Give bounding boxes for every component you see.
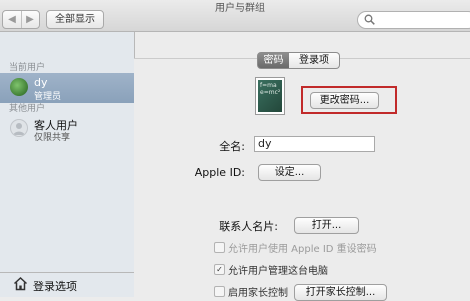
user-role: 仅限共享 xyxy=(34,133,71,143)
show-all-button[interactable]: 全部显示 xyxy=(46,10,104,29)
chalkboard-image: f=ma e=mc² xyxy=(258,80,282,112)
checkbox-label: 允许用户管理这台电脑 xyxy=(228,266,328,277)
checkbox-label: 允许用户使用 Apple ID 重设密码 xyxy=(228,244,377,255)
sidebar-item-login-options[interactable]: 登录选项 xyxy=(0,272,134,297)
back-button[interactable]: ◀ xyxy=(3,11,22,28)
other-users-header: 其他用户 xyxy=(9,104,46,114)
checkbox-label: 启用家长控制 xyxy=(228,288,288,299)
tab-password[interactable]: 密码 xyxy=(257,52,290,69)
checkbox-box xyxy=(214,286,225,297)
guest-avatar-icon xyxy=(10,119,28,137)
search-input[interactable] xyxy=(357,11,470,29)
chevron-left-icon: ◀ xyxy=(8,14,16,25)
window-title: 用户与群组 xyxy=(215,3,265,14)
nav-buttons: ◀ ▶ xyxy=(2,10,40,29)
current-users-header: 当前用户 xyxy=(9,63,46,73)
open-parental-controls-button[interactable]: 打开家长控制... xyxy=(294,284,387,301)
apple-id-label: Apple ID: xyxy=(194,166,245,179)
highlight-box xyxy=(301,86,397,114)
user-name: dy xyxy=(34,76,48,89)
apple-id-setup-button[interactable]: 设定... xyxy=(258,164,321,181)
sidebar-item-current-user[interactable]: dy 管理员 xyxy=(0,73,134,103)
user-picture[interactable]: f=ma e=mc² xyxy=(255,77,285,115)
avatar xyxy=(10,78,28,96)
forward-button[interactable]: ▶ xyxy=(21,11,39,28)
tab-login-items[interactable]: 登录项 xyxy=(289,52,340,69)
full-name-label: 全名: xyxy=(219,140,245,153)
sidebar-item-guest-user[interactable]: 客人用户 仅限共享 xyxy=(0,114,134,144)
checkmark-icon: ✓ xyxy=(214,264,225,275)
checkbox-box xyxy=(214,242,225,253)
sidebar: 当前用户 dy 管理员 其他用户 客人用户 仅限共享 登录选项 xyxy=(0,32,135,297)
chevron-right-icon: ▶ xyxy=(26,14,34,25)
contact-card-label: 联系人名片: xyxy=(219,220,278,233)
login-options-label: 登录选项 xyxy=(33,280,77,293)
home-icon xyxy=(13,276,28,291)
toolbar: ◀ ▶ 全部显示 用户与群组 xyxy=(0,0,470,32)
full-name-field[interactable]: dy xyxy=(254,136,375,152)
search-icon xyxy=(364,14,375,25)
open-contact-card-button[interactable]: 打开... xyxy=(294,217,359,234)
